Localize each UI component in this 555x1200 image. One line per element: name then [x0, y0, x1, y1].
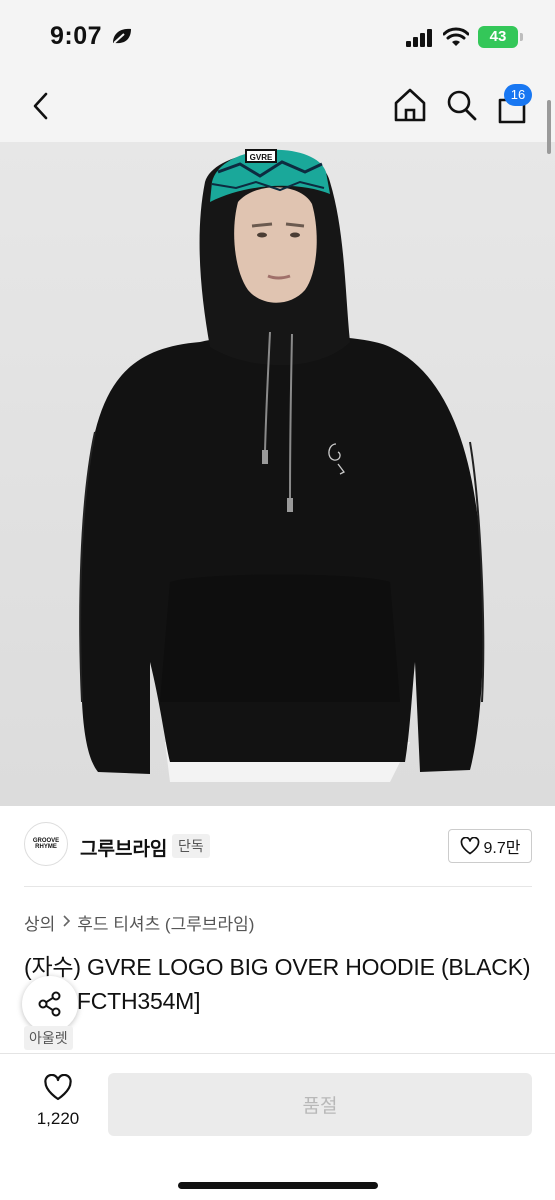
search-button[interactable]	[444, 86, 480, 124]
back-button[interactable]	[26, 88, 56, 124]
share-icon	[38, 991, 61, 1017]
signal-icon	[406, 29, 434, 52]
product-image[interactable]: GVRE	[0, 142, 555, 806]
brand-logo-text: GROOVE RHYME	[32, 838, 60, 850]
brand-logo[interactable]: GROOVE RHYME	[24, 822, 68, 866]
home-icon	[394, 88, 426, 122]
heart-icon	[460, 837, 479, 855]
wifi-icon	[442, 27, 470, 52]
home-button[interactable]	[392, 86, 428, 124]
breadcrumb-item-category[interactable]: 상의	[24, 910, 55, 935]
breadcrumb-item-subcategory[interactable]: 후드 티셔츠 (그루브라임)	[77, 910, 254, 935]
status-bar: 9:07 43	[0, 0, 555, 72]
wishlist-count: 1,220	[36, 1109, 80, 1128]
chevron-right-icon	[61, 913, 71, 933]
brand-like-button[interactable]: 9.7만	[448, 829, 532, 863]
exclusive-badge: 단독	[172, 834, 210, 858]
wishlist-button[interactable]: 1,220	[28, 1073, 88, 1130]
outlet-badge: 아울렛	[24, 1026, 73, 1050]
product-title: (자수) GVRE LOGO BIG OVER HOODIE (BLACK) […	[24, 954, 531, 1014]
brand-like-count: 9.7만	[483, 840, 521, 857]
status-time: 9:07	[50, 22, 103, 50]
focus-leaf-icon	[111, 27, 133, 50]
scrollbar[interactable]	[547, 100, 551, 154]
home-indicator	[178, 1182, 378, 1189]
bottom-action-bar: 1,220 품절	[0, 1053, 555, 1200]
cap-logo-text: GVRE	[250, 153, 273, 162]
heart-icon	[44, 1073, 72, 1101]
breadcrumb: 상의 후드 티셔츠 (그루브라임)	[24, 910, 254, 935]
search-icon	[447, 90, 477, 121]
share-button[interactable]	[22, 976, 78, 1032]
cart-count-badge: 16	[504, 84, 532, 106]
battery-tip	[520, 33, 523, 41]
hoodie-model-illustration: GVRE	[0, 142, 555, 806]
brand-name[interactable]: 그루브라임	[80, 834, 167, 861]
soldout-button[interactable]: 품절	[108, 1073, 532, 1136]
divider	[24, 886, 532, 887]
nav-header	[0, 72, 555, 142]
battery-icon: 43	[478, 26, 518, 48]
chevron-left-icon	[33, 92, 48, 120]
